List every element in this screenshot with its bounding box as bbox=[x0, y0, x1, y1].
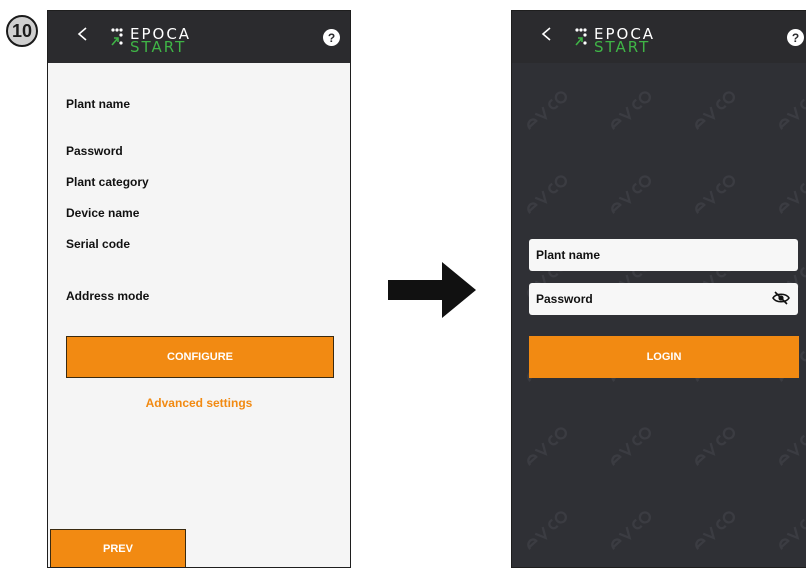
advanced-settings-link[interactable]: Advanced settings bbox=[48, 396, 350, 410]
app-header: EPOCA START ? bbox=[48, 11, 350, 63]
epoca-start-logo: EPOCA START bbox=[110, 23, 200, 56]
step-number-badge: 10 bbox=[6, 15, 38, 47]
plant-name-field[interactable]: Plant name bbox=[66, 97, 130, 111]
serial-code-field[interactable]: Serial code bbox=[66, 237, 130, 251]
login-button[interactable]: LOGIN bbox=[529, 336, 799, 378]
configure-screen: EPOCA START ? Plant name Password Plant … bbox=[47, 10, 351, 568]
plant-category-field[interactable]: Plant category bbox=[66, 175, 149, 189]
address-mode-field[interactable]: Address mode bbox=[66, 289, 149, 303]
chevron-left-icon[interactable] bbox=[76, 27, 90, 41]
logo-text-start: START bbox=[130, 38, 187, 56]
app-header: EPOCA START ? bbox=[512, 11, 806, 63]
password-input[interactable]: Password bbox=[529, 283, 798, 315]
password-placeholder: Password bbox=[536, 292, 593, 306]
plant-name-placeholder: Plant name bbox=[536, 248, 601, 262]
password-field[interactable]: Password bbox=[66, 144, 123, 158]
login-screen: EPOCA START ? Plant name Password LOGIN bbox=[511, 10, 806, 568]
help-icon[interactable]: ? bbox=[787, 29, 804, 46]
evco-background-pattern bbox=[512, 63, 806, 567]
plant-name-input[interactable]: Plant name bbox=[529, 239, 798, 271]
epoca-start-logo: EPOCA START bbox=[574, 23, 664, 56]
device-name-field[interactable]: Device name bbox=[66, 206, 139, 220]
prev-button[interactable]: PREV bbox=[50, 529, 186, 567]
help-icon[interactable]: ? bbox=[323, 29, 340, 46]
chevron-left-icon[interactable] bbox=[540, 27, 554, 41]
eye-slash-icon[interactable] bbox=[772, 291, 790, 305]
configure-button[interactable]: CONFIGURE bbox=[66, 336, 334, 378]
logo-text-start: START bbox=[594, 38, 651, 56]
arrow-right-icon bbox=[388, 262, 476, 318]
